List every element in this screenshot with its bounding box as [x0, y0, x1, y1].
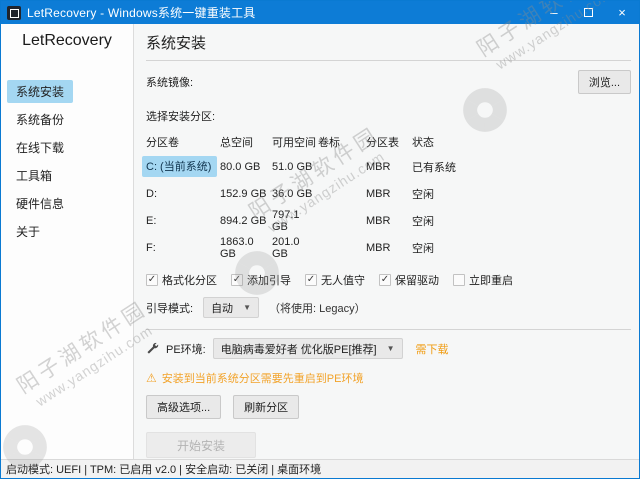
sidebar-item-hardware-info[interactable]: 硬件信息	[7, 192, 73, 215]
start-install-button[interactable]: 开始安装	[146, 432, 256, 458]
table-row-d-label	[318, 180, 366, 207]
page-title: 系统安装	[146, 35, 207, 52]
brand-title: LetRecovery	[22, 32, 112, 49]
system-image-row: 系统镜像: 浏览...	[146, 70, 631, 94]
table-row-e-total: 894.2 GB	[220, 214, 267, 227]
table-row-c-total: 80.0 GB	[220, 160, 261, 173]
table-row-d-status: 空闲	[412, 188, 434, 201]
chevron-down-icon: ▼	[386, 344, 395, 353]
browse-button[interactable]: 浏览...	[577, 70, 631, 94]
sidebar-item-system-install[interactable]: 系统安装	[7, 80, 74, 103]
sidebar: LetRecovery 系统安装 系统备份 在线下载 工具箱 硬件信息 关于	[1, 24, 134, 459]
app-icon	[7, 5, 21, 20]
checkbox-unattended[interactable]: ✓ 无人值守	[305, 272, 365, 288]
col-header-free: 可用空间	[272, 137, 316, 149]
sidebar-item-about[interactable]: 关于	[7, 220, 49, 243]
refresh-partitions-button[interactable]: 刷新分区	[233, 395, 300, 419]
boot-mode-select[interactable]: 自动 ▼	[203, 297, 259, 318]
checkbox-icon: ✓	[379, 274, 391, 286]
table-row-f-free: 201.0 GB	[272, 235, 300, 260]
warning-message: ⚠ 安装到当前系统分区需要先重启到PE环境	[146, 370, 631, 386]
window-body: LetRecovery 系统安装 系统备份 在线下载 工具箱 硬件信息 关于 系…	[1, 24, 639, 459]
partition-section-label: 选择安装分区:	[146, 111, 216, 123]
col-header-table: 分区表	[366, 137, 399, 149]
table-row-c-label	[318, 153, 366, 180]
table-row-e-free: 797.1 GB	[272, 208, 300, 233]
system-image-label: 系统镜像:	[146, 77, 194, 89]
main-content: 系统安装 系统镜像: 浏览... 选择安装分区: 分区卷 总空间 可用空间 卷标…	[134, 24, 639, 459]
chevron-down-icon: ▼	[243, 303, 251, 312]
table-row-f-status: 空闲	[412, 242, 434, 255]
checkbox-icon: ✓	[146, 274, 158, 286]
window-title: LetRecovery - Windows系统一键重装工具	[27, 6, 256, 20]
table-row-f-ptable: MBR	[366, 241, 391, 254]
action-buttons: 高级选项... 刷新分区	[146, 395, 631, 419]
maximize-icon[interactable]	[571, 1, 605, 24]
advanced-options-button[interactable]: 高级选项...	[146, 395, 222, 419]
table-row-d-free: 36.0 GB	[272, 187, 313, 200]
wrench-icon	[147, 342, 159, 354]
pe-env-label: PE环境:	[166, 343, 206, 356]
pe-env-row: PE环境: 电脑病毒爱好者 优化版PE[推荐] ▼ 需下载	[146, 338, 631, 359]
boot-mode-label: 引导模式:	[146, 302, 194, 315]
col-header-status: 状态	[412, 137, 434, 149]
table-row-c-volume[interactable]: C: (当前系统)	[142, 153, 220, 180]
partition-table: 分区卷 总空间 可用空间 卷标 分区表 状态 C: (当前系统) 80.0 GB…	[142, 131, 631, 261]
table-row-f-label	[318, 234, 366, 261]
warning-icon: ⚠	[146, 371, 157, 385]
table-row-c-status: 已有系统	[412, 161, 456, 174]
pe-env-value: 电脑病毒爱好者 优化版PE[推荐]	[220, 343, 377, 356]
pe-env-select[interactable]: 电脑病毒爱好者 优化版PE[推荐] ▼	[212, 338, 403, 359]
install-options: ✓格式化分区 ✓添加引导 ✓无人值守 ✓保留驱动 ✓立即重启	[146, 272, 631, 288]
boot-mode-value: 自动	[211, 302, 234, 315]
col-header-total: 总空间	[220, 137, 253, 149]
table-row-c-ptable: MBR	[366, 160, 391, 173]
minimize-icon[interactable]: –	[537, 1, 571, 24]
divider	[146, 329, 631, 330]
table-row-c-free: 51.0 GB	[272, 160, 313, 173]
table-row-e-volume[interactable]: E:	[146, 207, 220, 234]
checkbox-icon: ✓	[453, 274, 465, 286]
boot-mode-row: 引导模式: 自动 ▼ （将使用: Legacy）	[146, 297, 631, 318]
titlebar: LetRecovery - Windows系统一键重装工具 – ×	[1, 1, 639, 24]
table-row-d-ptable: MBR	[366, 187, 391, 200]
table-row-e-label	[318, 207, 366, 234]
sidebar-item-toolbox[interactable]: 工具箱	[7, 164, 61, 187]
table-row-d-total: 152.9 GB	[220, 187, 267, 200]
col-header-volume: 分区卷	[146, 137, 179, 149]
divider	[146, 60, 631, 61]
close-icon[interactable]: ×	[605, 1, 639, 24]
table-row-e-ptable: MBR	[366, 214, 391, 227]
window-controls: – ×	[537, 1, 639, 24]
checkbox-icon: ✓	[231, 274, 243, 286]
col-header-label: 卷标	[318, 137, 340, 149]
sidebar-item-system-backup[interactable]: 系统备份	[7, 108, 73, 131]
table-row-f-volume[interactable]: F:	[146, 234, 220, 261]
status-bar: 启动模式: UEFI | TPM: 已启用 v2.0 | 安全启动: 已关闭 |…	[1, 459, 639, 478]
system-image-input[interactable]	[201, 71, 570, 93]
checkbox-icon: ✓	[305, 274, 317, 286]
table-row-f-total: 1863.0 GB	[220, 235, 254, 260]
boot-mode-note: （将使用: Legacy）	[268, 302, 366, 315]
sidebar-item-online-download[interactable]: 在线下载	[7, 136, 73, 159]
checkbox-keep-drivers[interactable]: ✓ 保留驱动	[379, 272, 439, 288]
app-window: LetRecovery - Windows系统一键重装工具 – × LetRec…	[0, 0, 640, 479]
checkbox-restart-now[interactable]: ✓立即重启	[453, 272, 513, 288]
checkbox-add-boot[interactable]: ✓ 添加引导	[231, 272, 291, 288]
table-row-e-status: 空闲	[412, 215, 434, 228]
maximize-glyph	[583, 8, 593, 17]
warning-text: 安装到当前系统分区需要先重启到PE环境	[161, 373, 364, 385]
download-needed-badge: 需下载	[415, 343, 449, 356]
selected-partition[interactable]: C: (当前系统)	[142, 156, 218, 177]
sidebar-nav: 系统安装 系统备份 在线下载 工具箱 硬件信息 关于	[1, 80, 133, 243]
checkbox-format-partition[interactable]: ✓ 格式化分区	[146, 272, 217, 288]
table-row-d-volume[interactable]: D:	[146, 180, 220, 207]
